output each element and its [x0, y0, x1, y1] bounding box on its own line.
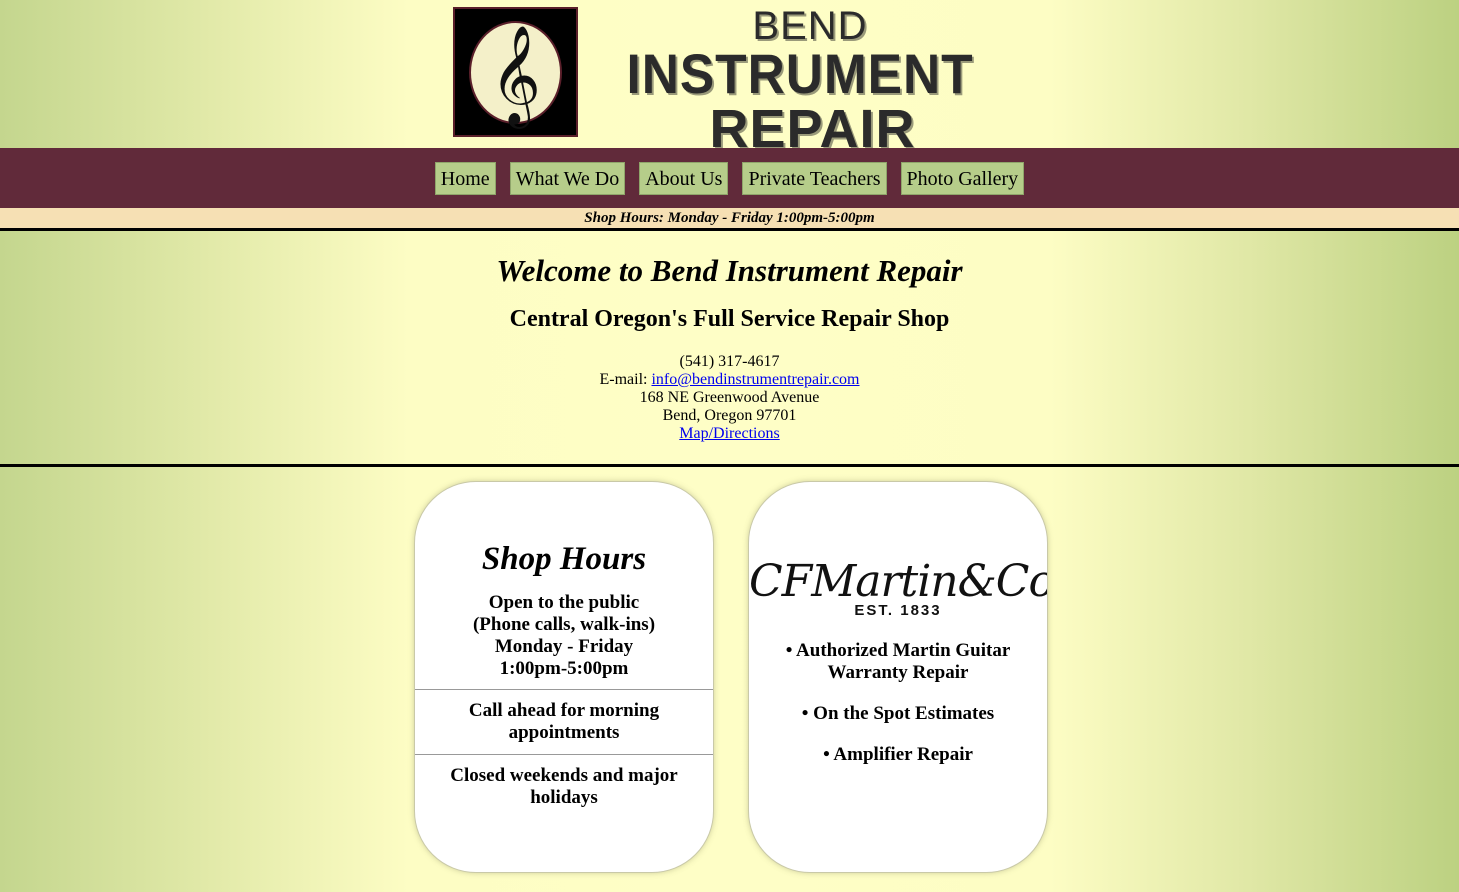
hours-line-times: 1:00pm-5:00pm: [499, 658, 629, 679]
shop-hours-title: Shop Hours: [481, 541, 647, 577]
email-link[interactable]: info@bendinstrumentrepair.com: [651, 371, 859, 388]
page-title: Welcome to Bend Instrument Repair: [496, 253, 963, 288]
hours-line-calls: (Phone calls, walk-ins): [472, 614, 656, 635]
logo-oval: 𝄞: [469, 21, 562, 124]
email-line: E-mail: info@bendinstrumentrepair.com: [0, 371, 1459, 389]
martin-logo: CFMartin&Co. EST. 1833: [749, 560, 1047, 620]
hours-line-public: Open to the public: [488, 592, 640, 613]
nav-home[interactable]: Home: [434, 161, 496, 195]
hours-line-days: Monday - Friday: [494, 636, 634, 657]
logo-emblem[interactable]: 𝄞: [453, 7, 578, 137]
nav-what-we-do[interactable]: What We Do: [509, 161, 626, 195]
service-item: • On the Spot Estimates: [801, 703, 995, 724]
service-item: • Amplifier Repair: [823, 744, 973, 765]
contact-info: (541) 317-4617 E-mail: info@bendinstrume…: [0, 353, 1459, 443]
nav-photo-gallery[interactable]: Photo Gallery: [900, 161, 1025, 195]
shop-hours-details: Open to the public (Phone calls, walk-in…: [415, 592, 713, 680]
map-directions-link[interactable]: Map/Directions: [679, 425, 779, 442]
main-nav: Home What We Do About Us Private Teacher…: [0, 148, 1459, 208]
address-street: 168 NE Greenwood Avenue: [639, 389, 820, 406]
logo-line-bend: BEND: [752, 4, 868, 48]
martin-card: CFMartin&Co. EST. 1833 • Authorized Mart…: [748, 481, 1048, 873]
address-city: Bend, Oregon 97701: [662, 407, 797, 424]
closed-note: Closed weekends and major holidays: [450, 765, 678, 808]
nav-private-teachers[interactable]: Private Teachers: [742, 161, 887, 195]
logo-wordmark[interactable]: BEND INSTRUMENT REPAIR: [585, 0, 1015, 156]
treble-clef-icon: 𝄞: [490, 24, 541, 125]
morning-appointments-note: Call ahead for morning appointments: [468, 700, 660, 743]
nav-about-us[interactable]: About Us: [639, 161, 729, 195]
site-header: 𝄞 BEND INSTRUMENT REPAIR: [0, 0, 1459, 156]
email-label: E-mail:: [599, 371, 648, 388]
logo-line-instrument: INSTRUMENT: [626, 42, 974, 105]
service-item: • Authorized Martin Guitar Warranty Repa…: [785, 640, 1011, 683]
martin-logo-script: CFMartin&Co.: [749, 556, 1048, 607]
shop-hours-bar: Shop Hours: Monday - Friday 1:00pm-5:00p…: [0, 208, 1459, 231]
page-subtitle: Central Oregon's Full Service Repair Sho…: [509, 306, 950, 332]
welcome-section: Welcome to Bend Instrument Repair Centra…: [0, 231, 1459, 464]
shop-hours-card: Shop Hours Open to the public (Phone cal…: [414, 481, 714, 873]
phone-number: (541) 317-4617: [679, 353, 780, 370]
section-divider: [0, 464, 1459, 467]
services-list: • Authorized Martin Guitar Warranty Repa…: [749, 640, 1047, 766]
